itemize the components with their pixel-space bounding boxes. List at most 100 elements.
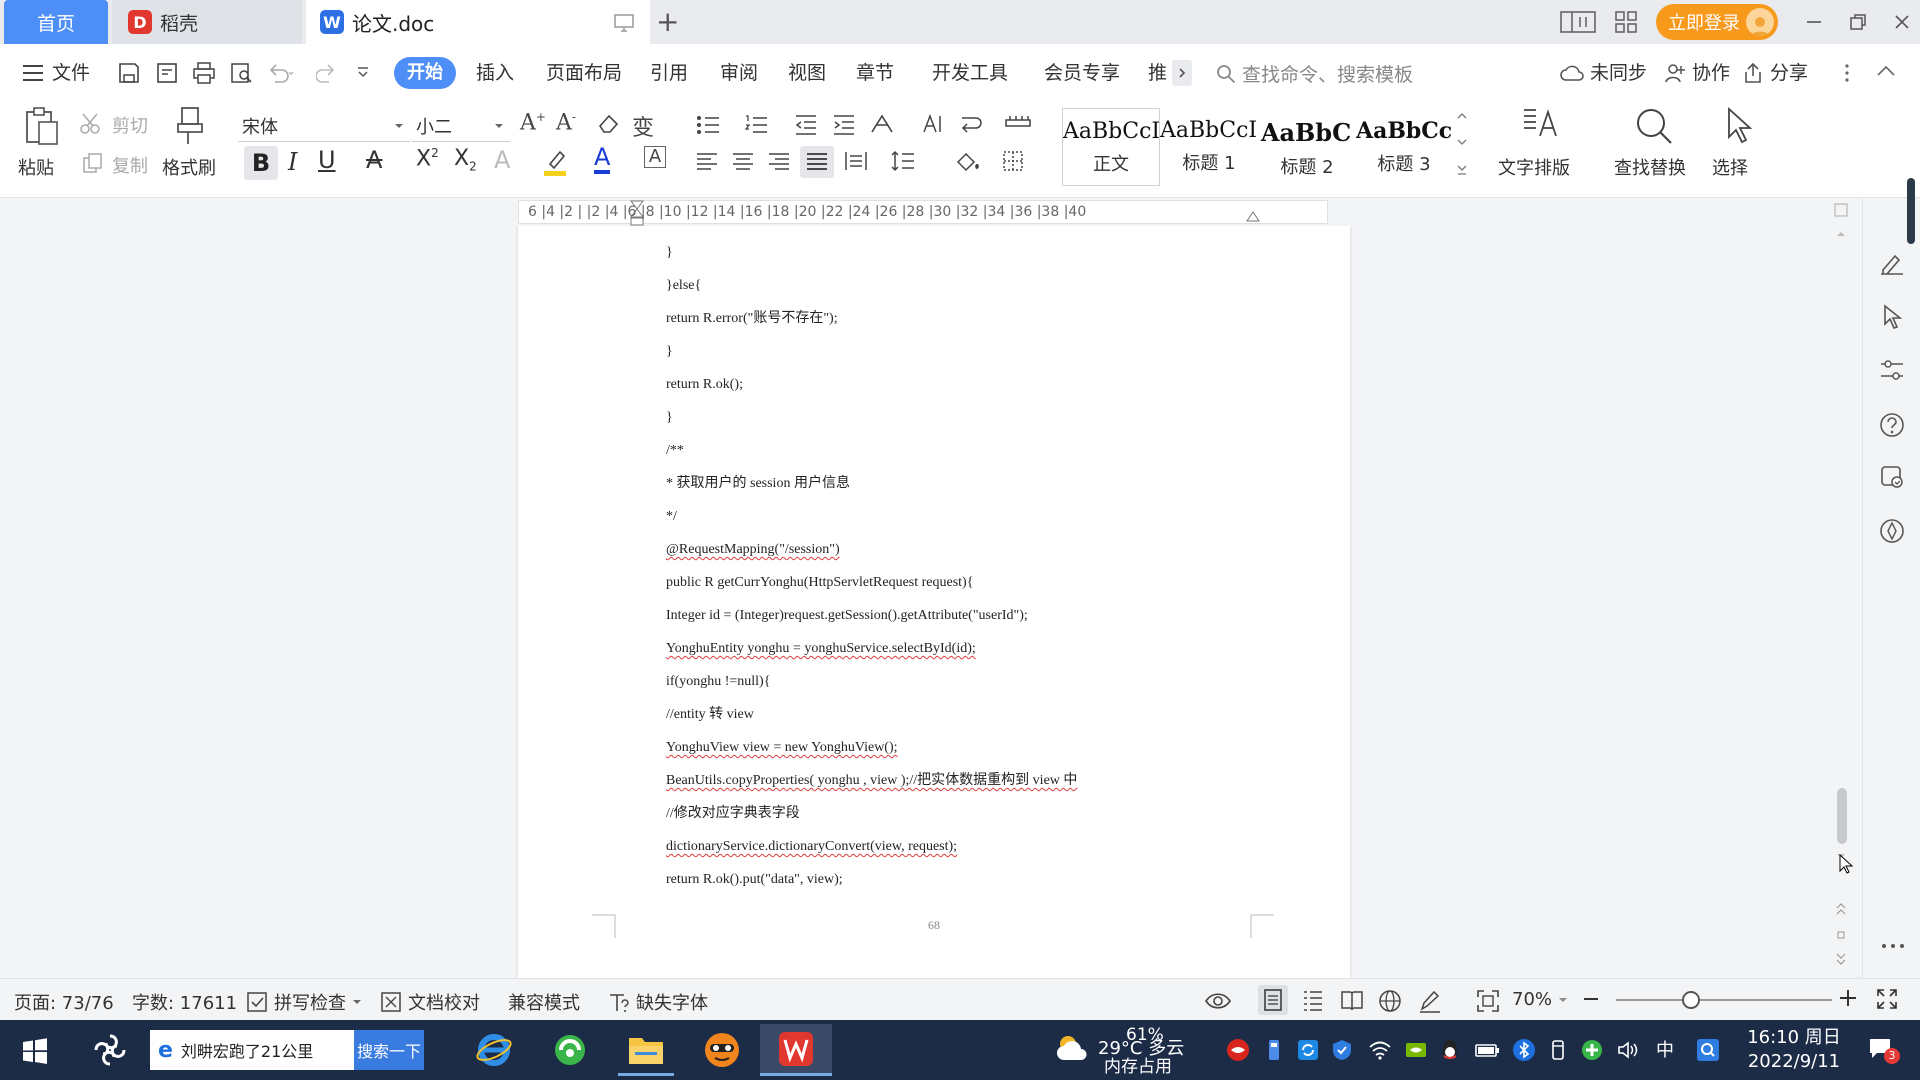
code-line[interactable]: }: [666, 236, 1077, 269]
restore-icon[interactable]: [1846, 10, 1870, 34]
windows-start-icon[interactable]: [22, 1038, 48, 1064]
browser-360-icon[interactable]: [542, 1024, 598, 1076]
cursor-select-icon[interactable]: [1724, 106, 1754, 146]
collapse-ribbon-icon[interactable]: [1876, 64, 1896, 78]
layout-icon[interactable]: [1560, 10, 1596, 34]
text-layout-icon[interactable]: [1520, 106, 1560, 146]
styles-scroll-icon[interactable]: [1456, 110, 1468, 180]
code-line[interactable]: }: [666, 335, 1077, 368]
menu-review[interactable]: 审阅: [720, 58, 758, 85]
bluetooth-icon[interactable]: [1512, 1038, 1536, 1062]
code-line[interactable]: YonghuEntity yonghu = yonghuService.sele…: [666, 632, 1077, 665]
game-app-icon[interactable]: [694, 1024, 750, 1076]
cut-button[interactable]: 剪切: [112, 112, 148, 138]
shading-icon[interactable]: [954, 150, 980, 172]
spell-check-button[interactable]: 拼写检查: [246, 989, 362, 1015]
eraser-icon[interactable]: [596, 112, 620, 134]
justify-icon[interactable]: [800, 146, 834, 178]
char-border-icon[interactable]: A: [644, 146, 666, 168]
print-preview-icon[interactable]: [230, 62, 254, 84]
increase-indent-icon[interactable]: [832, 114, 856, 136]
decrease-indent-icon[interactable]: [794, 114, 818, 136]
menu-more[interactable]: 推: [1148, 58, 1167, 85]
menu-start[interactable]: 开始: [394, 57, 456, 89]
code-line[interactable]: /**: [666, 434, 1077, 467]
select-button[interactable]: 选择: [1712, 154, 1748, 180]
more-vertical-icon[interactable]: [1844, 62, 1850, 84]
page-view-icon[interactable]: [1258, 985, 1288, 1015]
customize-chevron-icon[interactable]: [356, 66, 370, 78]
write-mode-icon[interactable]: [1418, 989, 1442, 1013]
code-line[interactable]: return R.error("账号不存在");: [666, 302, 1077, 335]
redo-icon[interactable]: [316, 62, 338, 84]
menu-chapter[interactable]: 章节: [856, 58, 894, 85]
subscript-icon[interactable]: X2: [454, 146, 477, 173]
code-line[interactable]: public R getCurrYonghu(HttpServletReques…: [666, 566, 1077, 599]
document-area[interactable]: } }else{ return R.error("账号不存在"); } retu…: [0, 226, 1920, 978]
menu-references[interactable]: 引用: [650, 58, 688, 85]
phonetic-icon[interactable]: 变: [632, 110, 654, 142]
missing-font-button[interactable]: 缺失字体: [608, 989, 708, 1015]
text-effect-icon[interactable]: A: [494, 146, 510, 174]
copy-button[interactable]: 复制: [112, 152, 148, 178]
pen-edit-icon[interactable]: [1879, 250, 1905, 276]
cortana-icon[interactable]: [92, 1032, 128, 1068]
tab-document[interactable]: W 论文.doc: [306, 0, 650, 44]
compat-mode[interactable]: 兼容模式: [508, 989, 580, 1015]
help-icon[interactable]: [1879, 412, 1905, 438]
web-view-icon[interactable]: [1378, 989, 1402, 1013]
sync-app-icon[interactable]: [1296, 1038, 1320, 1062]
menu-developer[interactable]: 开发工具: [932, 58, 1008, 85]
outline-view-icon[interactable]: [1302, 989, 1324, 1011]
ime-indicator[interactable]: 中: [1656, 1036, 1680, 1061]
format-painter-icon[interactable]: [176, 106, 204, 146]
menu-page-layout[interactable]: 页面布局: [546, 58, 622, 85]
share-icon[interactable]: [1742, 62, 1764, 84]
sync-status[interactable]: 未同步: [1590, 58, 1647, 85]
removable-drive-icon[interactable]: [1546, 1038, 1570, 1062]
file-explorer-icon[interactable]: [618, 1024, 674, 1076]
menu-file[interactable]: 文件: [52, 58, 90, 85]
document-check-icon[interactable]: [1879, 464, 1905, 490]
word-count[interactable]: 字数: 17611: [132, 989, 237, 1015]
line-spacing-icon[interactable]: [890, 150, 918, 172]
cloud-sync-icon[interactable]: [1560, 62, 1584, 84]
code-line[interactable]: }else{: [666, 269, 1077, 302]
green-app-icon[interactable]: [1580, 1038, 1604, 1062]
magnifier-icon[interactable]: [1634, 106, 1674, 146]
code-line[interactable]: Integer id = (Integer)request.getSession…: [666, 599, 1077, 632]
tab-home[interactable]: 首页: [4, 0, 108, 44]
lips-app-icon[interactable]: [1226, 1038, 1250, 1062]
zoom-select[interactable]: 70%: [1512, 989, 1568, 1010]
scissors-icon[interactable]: [80, 112, 106, 134]
collaborate-label[interactable]: 协作: [1692, 58, 1730, 85]
qq-icon[interactable]: [1438, 1038, 1462, 1062]
zoom-in-icon[interactable]: [1838, 988, 1858, 1008]
pointer-icon[interactable]: [1881, 304, 1905, 330]
document-page[interactable]: } }else{ return R.error("账号不存在"); } retu…: [518, 226, 1350, 978]
zoom-slider-thumb[interactable]: [1682, 991, 1700, 1009]
usb-icon[interactable]: [1262, 1038, 1286, 1062]
wifi-icon[interactable]: [1368, 1038, 1392, 1062]
numbered-list-icon[interactable]: [744, 114, 774, 136]
text-layout-button[interactable]: 文字排版: [1498, 154, 1570, 180]
show-marks-icon[interactable]: [958, 112, 984, 136]
document-body[interactable]: } }else{ return R.error("账号不存在"); } retu…: [666, 236, 1077, 896]
export-pdf-icon[interactable]: [156, 62, 178, 84]
compass-icon[interactable]: [1879, 518, 1905, 544]
style-heading-1[interactable]: AaBbCcI 标题 1: [1160, 108, 1258, 186]
close-icon[interactable]: [1890, 10, 1914, 34]
menu-member[interactable]: 会员专享: [1044, 58, 1120, 85]
zoom-out-icon[interactable]: [1582, 990, 1600, 1008]
page-indicator[interactable]: 页面: 73/76: [14, 989, 114, 1015]
table-tab-icon[interactable]: [1004, 112, 1032, 134]
more-horizontal-icon[interactable]: [1881, 942, 1905, 950]
italic-icon[interactable]: I: [288, 148, 297, 176]
distribute-icon[interactable]: [844, 150, 868, 172]
zoom-slider[interactable]: [1616, 989, 1832, 1011]
style-heading-2[interactable]: AaBbC 标题 2: [1258, 108, 1356, 186]
menu-insert[interactable]: 插入: [476, 58, 514, 85]
code-line[interactable]: return R.ok();: [666, 368, 1077, 401]
find-replace-button[interactable]: 查找替换: [1614, 154, 1686, 180]
battery-icon[interactable]: [1474, 1038, 1499, 1062]
